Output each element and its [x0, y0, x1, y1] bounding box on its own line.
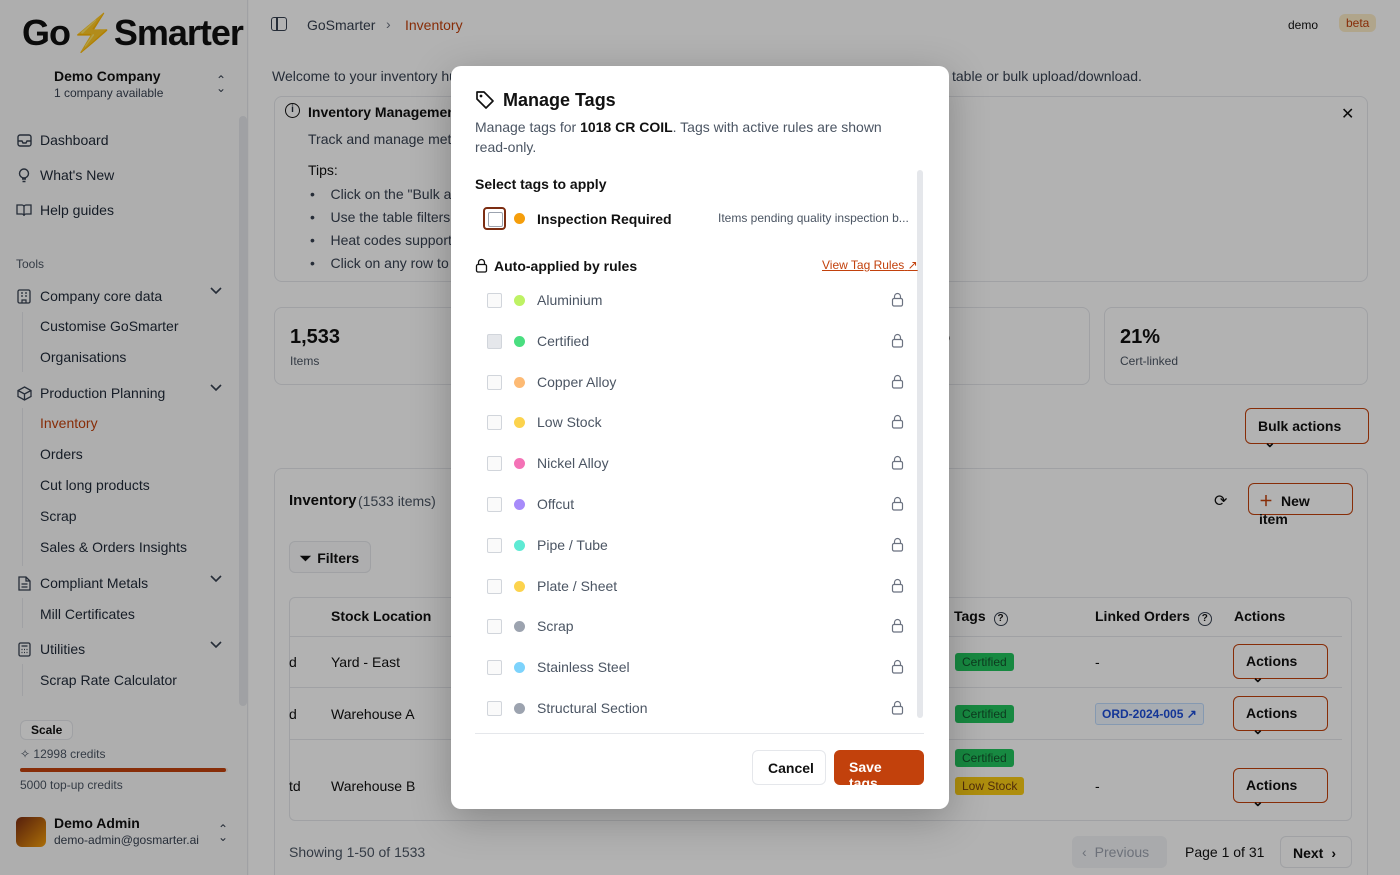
lock-icon — [891, 618, 904, 633]
tag-color-dot — [514, 458, 525, 469]
tag-color-dot — [514, 295, 525, 306]
auto-tag-label: Low Stock — [537, 414, 602, 430]
auto-tag-checkbox — [487, 660, 502, 675]
auto-tag-label: Plate / Sheet — [537, 578, 618, 594]
tag-color-dot — [514, 336, 525, 347]
tag-color-dot — [514, 499, 525, 510]
auto-tag-label: Nickel Alloy — [537, 455, 609, 471]
desc-prefix: Manage tags for — [475, 119, 581, 135]
dialog-description: Manage tags for 1018 CR COIL. Tags with … — [475, 117, 915, 157]
auto-tag-checkbox — [487, 497, 502, 512]
tag-color-dot — [514, 581, 525, 592]
lock-icon — [891, 333, 904, 348]
external-link-icon: ↗ — [907, 258, 918, 272]
lock-icon — [891, 578, 904, 593]
lock-icon — [891, 700, 904, 715]
auto-tag-label: Aluminium — [537, 292, 603, 308]
auto-applied-title: Auto-applied by rules — [494, 258, 638, 274]
tag-color-dot — [514, 540, 525, 551]
auto-tag-label: Stainless Steel — [537, 659, 630, 675]
lock-icon — [475, 258, 488, 276]
tag-description: Items pending quality inspection b... — [718, 211, 909, 225]
auto-tag-label: Copper Alloy — [537, 374, 617, 390]
lock-icon — [891, 659, 904, 674]
auto-tag-label: Scrap — [537, 618, 574, 634]
lock-icon — [891, 496, 904, 511]
item-name: 1018 CR COIL — [580, 119, 673, 135]
lock-icon — [891, 537, 904, 552]
inspection-required-checkbox[interactable] — [483, 207, 506, 230]
dialog-title: Manage Tags — [503, 90, 616, 110]
tag-color-dot — [514, 662, 525, 673]
lock-icon — [891, 374, 904, 389]
auto-tag-checkbox — [487, 619, 502, 634]
tag-color-dot — [514, 213, 525, 224]
lock-icon — [891, 414, 904, 429]
tag-color-dot — [514, 621, 525, 632]
tag-color-dot — [514, 377, 525, 388]
dialog-divider — [475, 733, 924, 734]
cancel-button[interactable]: Cancel — [752, 750, 826, 785]
auto-tag-label: Certified — [537, 333, 590, 349]
dialog-scrollbar[interactable] — [917, 170, 923, 718]
auto-tag-checkbox — [487, 701, 502, 716]
view-tag-rules-link[interactable]: View Tag Rules ↗ — [822, 258, 918, 272]
auto-tag-checkbox — [487, 456, 502, 471]
tag-color-dot — [514, 703, 525, 714]
auto-tag-label: Pipe / Tube — [537, 537, 608, 553]
auto-tag-checkbox — [487, 538, 502, 553]
auto-tag-label: Offcut — [537, 496, 575, 512]
auto-applied-header: Auto-applied by rules — [475, 258, 637, 276]
view-tag-rules-label: View Tag Rules — [822, 258, 905, 272]
tag-color-dot — [514, 417, 525, 428]
tag-icon — [475, 90, 495, 110]
auto-tag-checkbox — [487, 415, 502, 430]
lock-icon — [891, 455, 904, 470]
select-tags-title: Select tags to apply — [475, 176, 607, 192]
lock-icon — [891, 292, 904, 307]
auto-tag-label: Structural Section — [537, 700, 648, 716]
auto-tag-checkbox — [487, 334, 502, 349]
auto-tag-checkbox — [487, 375, 502, 390]
tag-label-inspection-required[interactable]: Inspection Required — [537, 211, 672, 227]
save-tags-button[interactable]: Save tags — [834, 750, 924, 791]
auto-tag-checkbox — [487, 579, 502, 594]
auto-tag-checkbox — [487, 293, 502, 308]
